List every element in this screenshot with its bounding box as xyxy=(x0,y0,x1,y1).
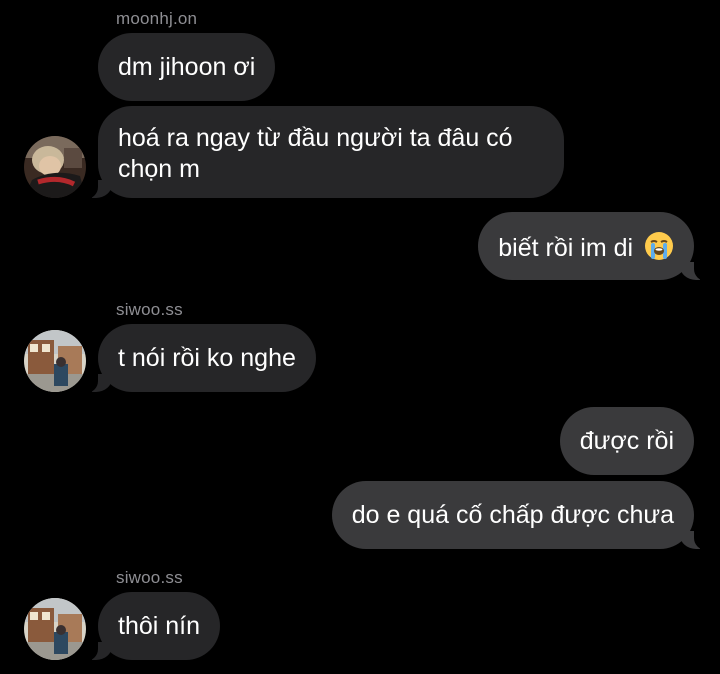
message-text: t nói rồi ko nghe xyxy=(118,344,296,372)
message-bubble-outgoing[interactable]: được rồi xyxy=(559,407,694,475)
sender-name: moonhj.on xyxy=(116,9,198,28)
message-bubble-incoming[interactable]: thôi nín xyxy=(83,592,221,661)
avatar-siwoo[interactable] xyxy=(24,598,86,660)
message-text: thôi nín xyxy=(118,612,201,640)
message-text: được rồi xyxy=(579,427,674,455)
sender-name: siwoo.ss xyxy=(116,300,183,319)
message-text: dm jihoon ơi xyxy=(118,53,256,81)
avatar-moonhj[interactable] xyxy=(24,136,86,198)
message-bubble-incoming[interactable]: hoá ra ngay từ đầu người ta đâu có chọn … xyxy=(84,106,564,199)
message-bubble-outgoing[interactable]: biết rồi im di xyxy=(478,212,708,281)
message-bubble-incoming[interactable]: dm jihoon ơi xyxy=(98,33,276,101)
message-text: do e quá cố chấp được chưa xyxy=(351,501,674,529)
message-bubble-outgoing[interactable]: do e quá cố chấp được chưa xyxy=(331,481,709,550)
message-text: hoá ra ngay từ đầu người ta đâu có chọn … xyxy=(118,124,513,183)
sender-name: siwoo.ss xyxy=(116,568,183,587)
message-text: biết rồi im di xyxy=(498,234,634,262)
avatar-siwoo[interactable] xyxy=(24,330,86,392)
loudly-crying-face-icon xyxy=(644,231,674,261)
message-bubble-incoming[interactable]: t nói rồi ko nghe xyxy=(84,324,316,393)
